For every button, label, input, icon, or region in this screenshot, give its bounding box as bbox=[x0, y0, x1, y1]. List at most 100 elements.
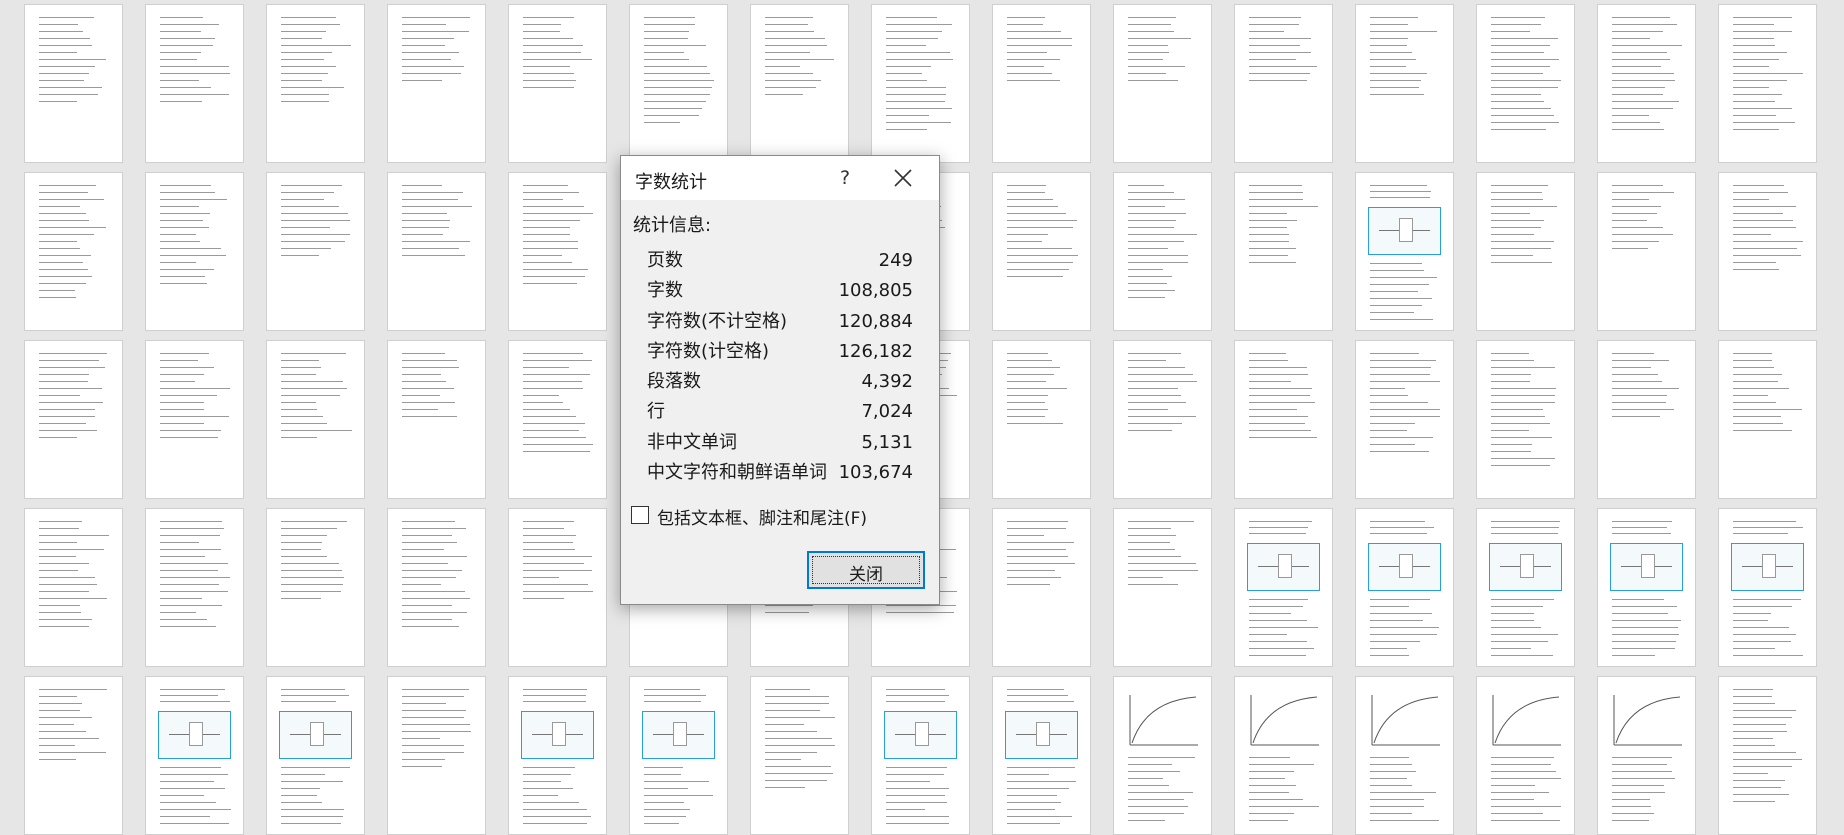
page-thumbnail[interactable] bbox=[508, 676, 607, 835]
page-thumbnail[interactable] bbox=[145, 4, 244, 163]
page-thumbnail[interactable] bbox=[1718, 172, 1817, 331]
page-thumbnail[interactable] bbox=[1476, 676, 1575, 835]
page-thumbnail[interactable] bbox=[145, 172, 244, 331]
text-line bbox=[402, 192, 464, 193]
page-thumbnail[interactable] bbox=[1597, 340, 1696, 499]
page-thumbnail[interactable] bbox=[387, 4, 486, 163]
text-line bbox=[402, 584, 441, 585]
text-line bbox=[160, 206, 199, 207]
page-thumbnail[interactable] bbox=[1355, 172, 1454, 331]
page-thumbnail[interactable] bbox=[508, 172, 607, 331]
page-thumbnail[interactable] bbox=[992, 676, 1091, 835]
page-thumbnail[interactable] bbox=[24, 172, 123, 331]
text-line bbox=[1491, 395, 1556, 396]
page-thumbnail[interactable] bbox=[266, 508, 365, 667]
page-thumbnail[interactable] bbox=[508, 340, 607, 499]
page-thumbnail[interactable] bbox=[871, 4, 970, 163]
checkbox-box[interactable] bbox=[631, 506, 649, 524]
text-line bbox=[160, 823, 230, 824]
text-line bbox=[281, 584, 343, 585]
page-thumbnail[interactable] bbox=[1355, 508, 1454, 667]
page-thumbnail[interactable] bbox=[1234, 508, 1333, 667]
page-thumbnail[interactable] bbox=[508, 508, 607, 667]
text-line bbox=[1491, 213, 1530, 214]
page-thumbnail[interactable] bbox=[1718, 340, 1817, 499]
page-thumbnail[interactable] bbox=[24, 676, 123, 835]
page-thumbnail[interactable] bbox=[629, 676, 728, 835]
page-thumbnail[interactable] bbox=[145, 676, 244, 835]
close-icon[interactable] bbox=[885, 162, 921, 194]
page-thumbnail[interactable] bbox=[145, 340, 244, 499]
page-thumbnail[interactable] bbox=[871, 676, 970, 835]
text-line bbox=[523, 206, 584, 207]
text-line bbox=[39, 24, 79, 25]
text-line bbox=[160, 437, 218, 438]
page-thumbnail[interactable] bbox=[1113, 4, 1212, 163]
text-line bbox=[1733, 606, 1792, 607]
page-thumbnail[interactable] bbox=[1718, 508, 1817, 667]
page-thumbnail[interactable] bbox=[1597, 4, 1696, 163]
page-thumbnail[interactable] bbox=[1113, 172, 1212, 331]
page-thumbnail[interactable] bbox=[1476, 172, 1575, 331]
text-line bbox=[644, 31, 689, 32]
help-icon[interactable]: ? bbox=[827, 162, 863, 194]
text-line bbox=[644, 802, 685, 803]
text-line bbox=[765, 696, 829, 697]
page-thumbnail[interactable] bbox=[508, 4, 607, 163]
text-line bbox=[281, 59, 325, 60]
page-thumbnail[interactable] bbox=[387, 676, 486, 835]
text-line bbox=[1370, 806, 1424, 807]
page-thumbnail[interactable] bbox=[1476, 340, 1575, 499]
text-line bbox=[644, 59, 689, 60]
text-line bbox=[39, 241, 78, 242]
page-thumbnail[interactable] bbox=[1597, 676, 1696, 835]
page-thumbnail[interactable] bbox=[24, 4, 123, 163]
page-thumbnail[interactable] bbox=[387, 508, 486, 667]
page-thumbnail[interactable] bbox=[1597, 508, 1696, 667]
page-thumbnail[interactable] bbox=[1355, 340, 1454, 499]
page-thumbnail[interactable] bbox=[24, 340, 123, 499]
text-line bbox=[160, 701, 230, 702]
page-thumbnail[interactable] bbox=[992, 4, 1091, 163]
page-thumbnail[interactable] bbox=[1234, 340, 1333, 499]
page-thumbnail[interactable] bbox=[629, 4, 728, 163]
page-thumbnail[interactable] bbox=[1234, 676, 1333, 835]
page-thumbnail[interactable] bbox=[1113, 340, 1212, 499]
text-line bbox=[644, 115, 699, 116]
text-line bbox=[39, 409, 95, 410]
page-thumbnail[interactable] bbox=[266, 172, 365, 331]
text-line bbox=[523, 360, 593, 361]
page-thumbnail[interactable] bbox=[992, 508, 1091, 667]
page-thumbnail[interactable] bbox=[387, 172, 486, 331]
page-thumbnail[interactable] bbox=[1234, 172, 1333, 331]
page-thumbnail[interactable] bbox=[1113, 676, 1212, 835]
page-thumbnail[interactable] bbox=[387, 340, 486, 499]
page-thumbnail[interactable] bbox=[1355, 676, 1454, 835]
page-thumbnail[interactable] bbox=[992, 172, 1091, 331]
text-line bbox=[39, 290, 75, 291]
close-button[interactable]: 关闭 bbox=[807, 551, 925, 589]
figure-diagram bbox=[1005, 711, 1078, 759]
page-thumbnail[interactable] bbox=[1113, 508, 1212, 667]
page-thumbnail[interactable] bbox=[1355, 4, 1454, 163]
page-thumbnail[interactable] bbox=[266, 340, 365, 499]
page-thumbnail[interactable] bbox=[145, 508, 244, 667]
page-thumbnail[interactable] bbox=[992, 340, 1091, 499]
text-line bbox=[1612, 785, 1665, 786]
page-thumbnail[interactable] bbox=[24, 508, 123, 667]
text-line bbox=[765, 703, 830, 704]
text-line bbox=[281, 87, 344, 88]
text-line bbox=[1007, 192, 1046, 193]
page-thumbnail[interactable] bbox=[1476, 508, 1575, 667]
page-thumbnail[interactable] bbox=[1597, 172, 1696, 331]
page-thumbnail[interactable] bbox=[1476, 4, 1575, 163]
page-thumbnail[interactable] bbox=[750, 4, 849, 163]
stats-heading: 统计信息: bbox=[633, 215, 712, 236]
page-thumbnail[interactable] bbox=[1718, 4, 1817, 163]
page-thumbnail[interactable] bbox=[266, 676, 365, 835]
page-thumbnail[interactable] bbox=[266, 4, 365, 163]
page-thumbnail[interactable] bbox=[1718, 676, 1817, 835]
stat-label: 行 bbox=[647, 401, 665, 423]
page-thumbnail[interactable] bbox=[750, 676, 849, 835]
page-thumbnail[interactable] bbox=[1234, 4, 1333, 163]
